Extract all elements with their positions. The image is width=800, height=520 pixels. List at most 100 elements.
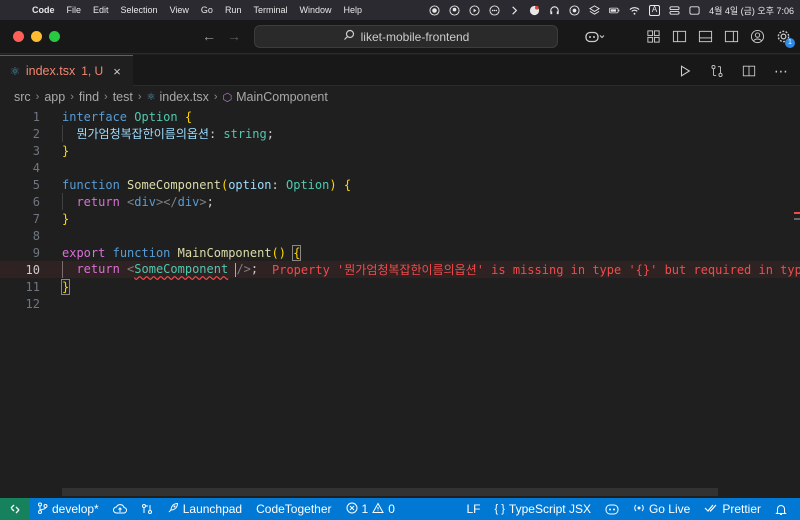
- toggle-primary-sidebar-icon[interactable]: [670, 27, 688, 45]
- record-icon[interactable]: [429, 4, 440, 16]
- codetogether-item[interactable]: CodeTogether: [249, 498, 338, 520]
- line-number: 8: [32, 228, 40, 243]
- breadcrumb-test[interactable]: test: [113, 90, 133, 104]
- line-number: 12: [25, 296, 40, 311]
- overview-ruler-cursor-marker: [794, 218, 800, 220]
- back-arrow-icon[interactable]: ←: [200, 28, 218, 44]
- menu-edit[interactable]: Edit: [87, 0, 115, 20]
- account-icon[interactable]: [748, 27, 766, 45]
- minimize-window-button[interactable]: [31, 31, 42, 42]
- command-center-search[interactable]: liket-mobile-frontend: [254, 25, 558, 48]
- menu-run[interactable]: Run: [219, 0, 248, 20]
- error-count: 1: [361, 502, 369, 516]
- sync-cloud-icon[interactable]: [106, 498, 134, 520]
- play-circle-icon[interactable]: [469, 4, 480, 16]
- toggle-secondary-sidebar-icon[interactable]: [722, 27, 740, 45]
- close-tab-icon[interactable]: ×: [113, 64, 121, 79]
- menu-help[interactable]: Help: [337, 0, 368, 20]
- breadcrumb-find[interactable]: find: [79, 90, 99, 104]
- customize-layout-icon[interactable]: [644, 27, 662, 45]
- zoom-window-button[interactable]: [49, 31, 60, 42]
- user-circle-icon[interactable]: [449, 4, 460, 16]
- code-token: SomeComponent: [127, 177, 221, 192]
- input-source-icon[interactable]: A: [649, 4, 661, 16]
- wifi-icon[interactable]: [629, 5, 640, 16]
- notification-icon[interactable]: [689, 5, 700, 16]
- horizontal-scrollbar[interactable]: [62, 488, 718, 496]
- settings-gear-icon[interactable]: 1: [774, 27, 795, 48]
- chevron-right-icon: ›: [104, 91, 108, 103]
- rocket-icon: [167, 502, 179, 517]
- notifications-bell-icon[interactable]: [768, 498, 794, 520]
- remote-indicator[interactable]: [0, 498, 30, 520]
- codetogether-label: CodeTogether: [256, 502, 332, 516]
- code-editor[interactable]: 1 interface Option { 2 뭔가엄청복잡한이름의옵션: str…: [0, 108, 800, 488]
- close-window-button[interactable]: [13, 31, 24, 42]
- line-number: 7: [32, 211, 40, 226]
- menu-terminal[interactable]: Terminal: [247, 0, 293, 20]
- typescript-react-file-icon: ⚛: [10, 65, 20, 78]
- line-number: 4: [32, 160, 40, 175]
- code-token: return: [76, 194, 120, 209]
- braces-icon: { }: [494, 503, 505, 515]
- inline-error-message: Property '뭔가엄청복잡한이름의옵션' is missing in ty…: [272, 263, 800, 277]
- macos-menubar: Code File Edit Selection View Go Run Ter…: [0, 0, 800, 20]
- headphones-icon[interactable]: [549, 5, 560, 16]
- menu-go[interactable]: Go: [195, 0, 219, 20]
- code-token: export: [62, 245, 106, 260]
- run-code-icon[interactable]: [676, 62, 694, 80]
- menu-window[interactable]: Window: [293, 0, 337, 20]
- symbol-method-icon: ⬡: [222, 91, 233, 104]
- eol-item[interactable]: LF: [460, 498, 488, 520]
- language-mode-item[interactable]: { } TypeScript JSX: [488, 498, 598, 520]
- more-actions-icon[interactable]: ⋯: [772, 62, 790, 80]
- launchpad-item[interactable]: Launchpad: [160, 498, 249, 520]
- breadcrumb-app[interactable]: app: [44, 90, 65, 104]
- breadcrumb-src[interactable]: src: [14, 90, 31, 104]
- git-graph-icon[interactable]: [134, 498, 160, 520]
- line-number: 9: [32, 245, 40, 260]
- code-line-error: 10 return <SomeComponent />; Property '뭔…: [0, 261, 800, 278]
- breadcrumb-symbol[interactable]: MainComponent: [236, 90, 328, 104]
- prettier-item[interactable]: Prettier: [697, 498, 768, 520]
- line-number: 11: [25, 279, 40, 294]
- code-line: 9 export function MainComponent() {: [0, 244, 800, 261]
- menu-view[interactable]: View: [164, 0, 195, 20]
- line-number: 3: [32, 143, 40, 158]
- code-token: Option: [134, 109, 178, 124]
- menu-file[interactable]: File: [61, 0, 88, 20]
- code-token: div: [134, 194, 156, 209]
- code-line: 1 interface Option {: [0, 108, 800, 125]
- forward-arrow-icon[interactable]: →: [225, 28, 243, 44]
- copilot-icon[interactable]: [580, 27, 610, 45]
- code-line: 8: [0, 227, 800, 244]
- toggle-panel-icon[interactable]: [696, 27, 714, 45]
- problems-item[interactable]: 1 0: [339, 498, 402, 520]
- code-token: 뭔가엄청복잡한이름의옵션: [76, 127, 209, 141]
- code-line: 2 뭔가엄청복잡한이름의옵션: string;: [0, 125, 800, 142]
- layers-icon[interactable]: [589, 4, 601, 16]
- chevron-right-icon: ›: [35, 91, 40, 103]
- chevron-right-icon: ›: [213, 91, 218, 103]
- code-token: MainComponent: [177, 245, 272, 260]
- control-center-icon[interactable]: [669, 5, 680, 16]
- code-token: function: [62, 177, 120, 192]
- typescript-react-file-icon: ⚛: [146, 91, 156, 103]
- github-icon[interactable]: [569, 4, 580, 16]
- more-icon[interactable]: [489, 4, 500, 16]
- split-editor-icon[interactable]: [740, 62, 758, 80]
- overview-ruler-error-marker[interactable]: [794, 212, 800, 214]
- breadcrumb-file[interactable]: index.tsx: [160, 90, 209, 104]
- tab-index-tsx[interactable]: ⚛ index.tsx 1, U ×: [0, 55, 133, 86]
- menubar-clock[interactable]: 4월 4일 (금) 오후 7:06: [709, 4, 794, 17]
- open-changes-icon[interactable]: [708, 62, 726, 80]
- battery-icon[interactable]: [609, 5, 620, 16]
- go-live-item[interactable]: Go Live: [626, 498, 697, 520]
- menu-selection[interactable]: Selection: [115, 0, 164, 20]
- git-branch-item[interactable]: develop*: [30, 498, 106, 520]
- menu-app-name[interactable]: Code: [26, 0, 61, 20]
- code-line: 4: [0, 159, 800, 176]
- copilot-status-icon[interactable]: [598, 498, 626, 520]
- app-tray-icon[interactable]: [529, 5, 540, 16]
- chevron-right-icon[interactable]: [509, 5, 520, 16]
